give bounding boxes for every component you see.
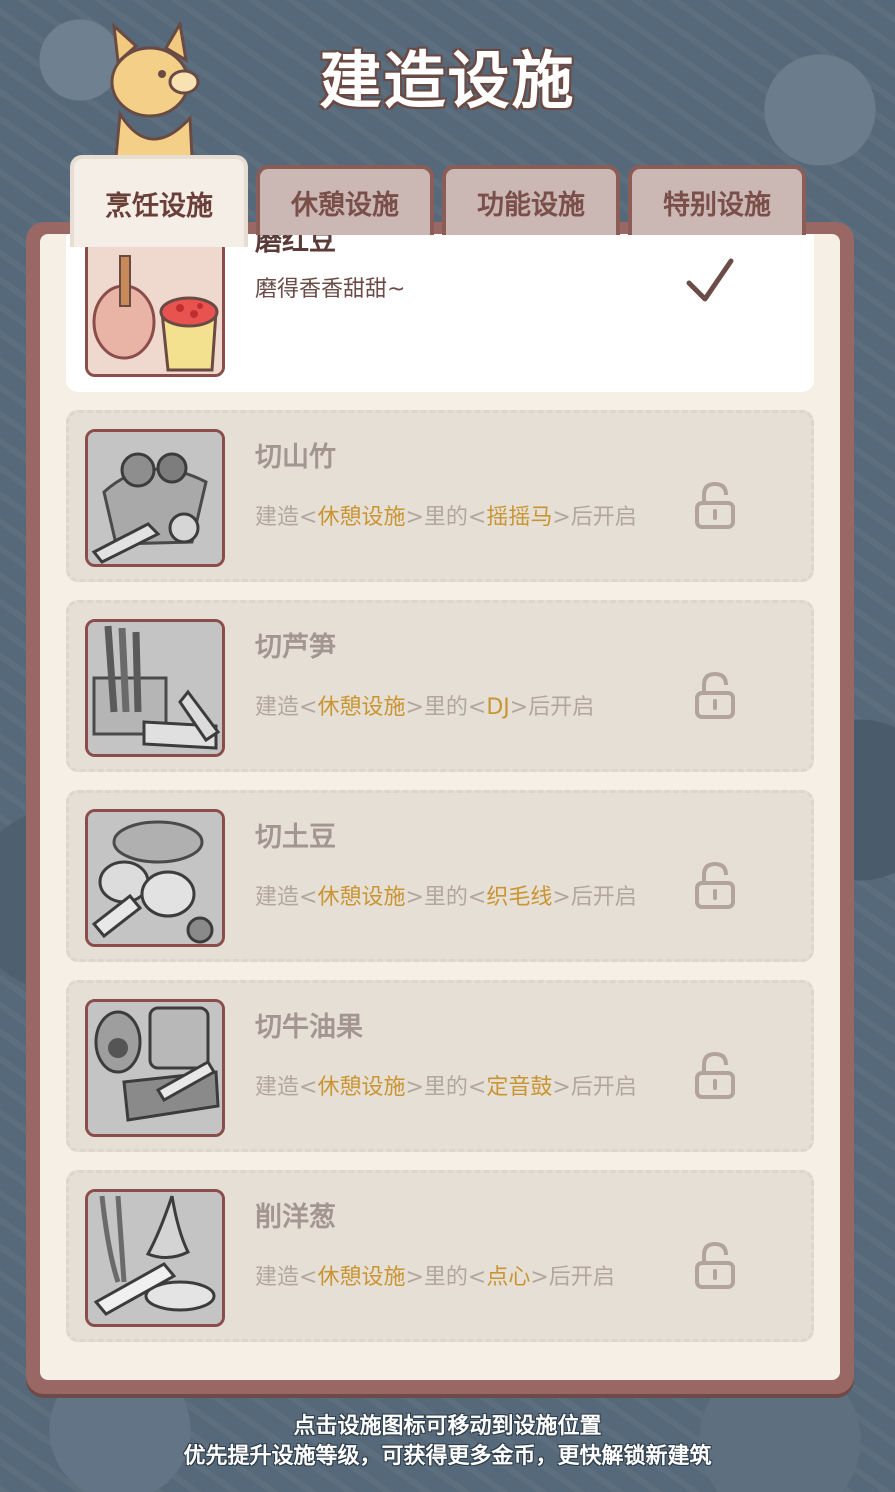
- facility-item-asparagus[interactable]: 切芦笋 建造<休憩设施>里的<DJ>后开启: [66, 600, 814, 772]
- facility-thumbnail[interactable]: [85, 239, 225, 377]
- facility-panel: 3 7 3 磨红豆 磨得香香甜甜~ 切山竹 建造<休憩设施>里的<摇摇马>后开: [26, 222, 854, 1394]
- facility-name: 切土豆: [255, 822, 336, 853]
- facility-thumbnail[interactable]: [85, 809, 225, 947]
- lock-icon: [695, 481, 735, 529]
- facility-item-avocado[interactable]: 切牛油果 建造<休憩设施>里的<定音鼓>后开启: [66, 980, 814, 1152]
- facility-thumbnail[interactable]: [85, 429, 225, 567]
- hint-line-1: 点击设施图标可移动到设施位置: [293, 1414, 602, 1439]
- red-bean-grinder-icon: [88, 242, 222, 374]
- facility-unlock-requirement: 建造<休憩设施>里的<定音鼓>后开启: [255, 1075, 637, 1100]
- facility-item-mangosteen[interactable]: 切山竹 建造<休憩设施>里的<摇摇马>后开启: [66, 410, 814, 582]
- facility-thumbnail[interactable]: [85, 1189, 225, 1327]
- lock-icon: [695, 1051, 735, 1099]
- footer-hint: 点击设施图标可移动到设施位置 优先提升设施等级，可获得更多金币，更快解锁新建筑: [0, 1412, 895, 1472]
- facility-item-onion[interactable]: 削洋葱 建造<休憩设施>里的<点心>后开启: [66, 1170, 814, 1342]
- lock-icon: [695, 861, 735, 909]
- tab-function[interactable]: 功能设施: [442, 165, 620, 235]
- facility-name: 切山竹: [255, 442, 336, 473]
- facility-thumbnail[interactable]: [85, 619, 225, 757]
- facility-thumbnail[interactable]: [85, 999, 225, 1137]
- avocado-icon: [88, 1002, 222, 1134]
- lock-icon: [695, 671, 735, 719]
- facility-unlock-requirement: 建造<休憩设施>里的<织毛线>后开启: [255, 885, 637, 910]
- facility-unlock-requirement: 建造<休憩设施>里的<DJ>后开启: [255, 695, 595, 720]
- page-title: 建造设施: [319, 44, 576, 117]
- hint-line-2: 优先提升设施等级，可获得更多金币，更快解锁新建筑: [183, 1444, 712, 1469]
- facility-name: 切牛油果: [255, 1012, 363, 1043]
- potato-icon: [88, 812, 222, 944]
- facility-list[interactable]: 3 7 3 磨红豆 磨得香香甜甜~ 切山竹 建造<休憩设施>里的<摇摇马>后开: [40, 234, 840, 1380]
- tab-cooking[interactable]: 烹饪设施: [70, 155, 248, 247]
- tab-rest[interactable]: 休憩设施: [256, 165, 434, 235]
- tab-special[interactable]: 特别设施: [628, 165, 806, 235]
- onion-icon: [88, 1192, 222, 1324]
- facility-item-red-bean[interactable]: 3 7 3 磨红豆 磨得香香甜甜~: [66, 234, 814, 392]
- facility-name: 切芦笋: [255, 632, 336, 663]
- facility-name: 削洋葱: [255, 1202, 336, 1233]
- asparagus-icon: [88, 622, 222, 754]
- lock-icon: [695, 1241, 735, 1289]
- mangosteen-icon: [88, 432, 222, 564]
- facility-desc: 磨得香香甜甜~: [255, 277, 406, 302]
- facility-unlock-requirement: 建造<休憩设施>里的<摇摇马>后开启: [255, 505, 637, 530]
- check-icon: [686, 258, 734, 302]
- facility-item-potato[interactable]: 切土豆 建造<休憩设施>里的<织毛线>后开启: [66, 790, 814, 962]
- category-tabs: 烹饪设施 休憩设施 功能设施 特别设施: [70, 155, 815, 250]
- facility-unlock-requirement: 建造<休憩设施>里的<点心>后开启: [255, 1265, 615, 1290]
